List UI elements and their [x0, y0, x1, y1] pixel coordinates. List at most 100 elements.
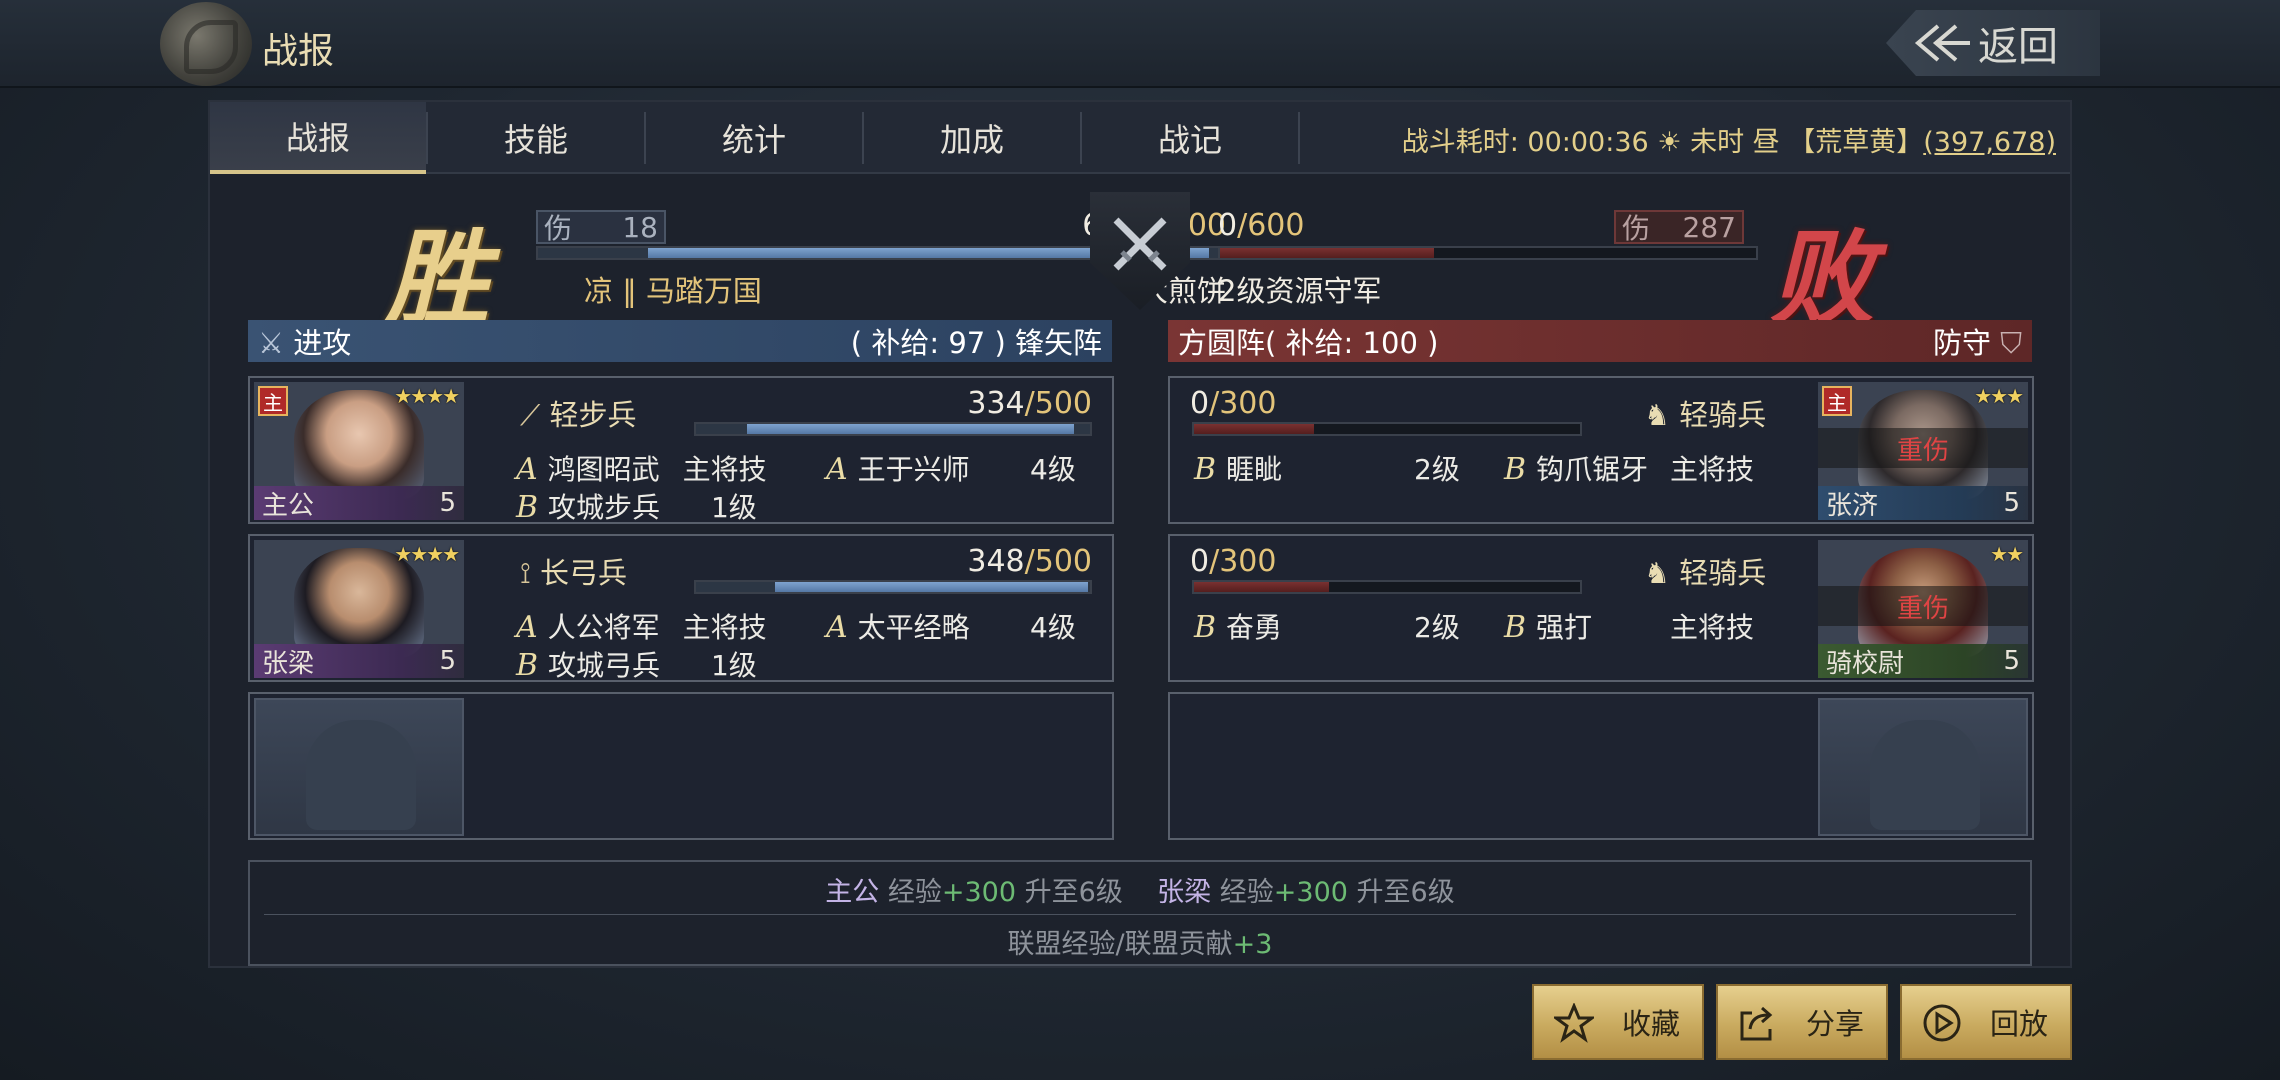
skill-level: 1级	[710, 491, 757, 524]
defense-label-wrap: 防守 ⛉	[1933, 320, 2022, 362]
skill-grade: B	[516, 648, 539, 683]
troops-max: /600	[1237, 208, 1305, 243]
troop-type: ⟟ 长弓兵	[520, 550, 627, 592]
duration-value: 00:00:36	[1527, 127, 1649, 158]
skill-level: 主将技	[682, 611, 767, 644]
defense-formation: 方圆阵	[1178, 326, 1266, 360]
general-troops: 0/300	[1190, 386, 1276, 421]
skill-grade: A	[826, 452, 848, 487]
tab-statistics[interactable]: 统计	[646, 102, 862, 174]
shield-icon: ⛉	[2000, 326, 2022, 360]
horse-icon: ♞	[1644, 556, 1670, 590]
troops-current: 334	[967, 386, 1025, 421]
tab-battle-report[interactable]: 战报	[210, 102, 426, 174]
general-level: 5	[2003, 488, 2020, 518]
defender-troop-bar	[1218, 246, 1758, 260]
exp-result: 升至6级	[1356, 877, 1455, 908]
skill-row[interactable]: A 王于兴师	[826, 448, 970, 488]
skill-level: 主将技	[682, 453, 767, 486]
troop-type-label: 长弓兵	[540, 556, 628, 590]
troop-type-label: 轻骑兵	[1679, 398, 1767, 432]
skill-name: 攻城弓兵	[548, 649, 661, 682]
location-name: 【荒草黄】	[1788, 127, 1924, 158]
skill-row[interactable]: A 鸿图昭武 主将技	[516, 448, 767, 488]
star-rating: ★★★★	[394, 542, 460, 566]
skill-row[interactable]: B 钩爪锯牙	[1504, 448, 1648, 488]
defender-card[interactable]: 0/300 ♞ 轻骑兵 B 睚眦 2级 B 钩爪锯牙 主将技 主 ★★★ 重伤 张济…	[1168, 376, 2034, 524]
skill-level: 1级	[710, 649, 757, 682]
troop-type-label: 轻步兵	[549, 398, 637, 432]
tab-battle-log[interactable]: 战记	[1082, 102, 1298, 174]
general-portrait[interactable]: ★★★★ 张梁 5	[254, 540, 464, 678]
top-bar: 战报 返回	[0, 0, 2280, 88]
tab-skills[interactable]: 技能	[428, 102, 644, 174]
skill-name: 攻城步兵	[548, 491, 661, 524]
skill-grade: B	[1194, 452, 1217, 487]
exp-general-name: 张梁	[1157, 877, 1212, 908]
share-button[interactable]: 分享	[1716, 984, 1888, 1060]
exp-divider	[264, 914, 2016, 915]
skill-row[interactable]: B 强打	[1504, 606, 1592, 646]
back-arrow-icon	[1914, 24, 1970, 62]
attack-formation-wrap: ( 补给: 97 ) 锋矢阵	[851, 320, 1102, 362]
exp-amount: +300	[1273, 877, 1348, 908]
skill-row[interactable]: B 睚眦	[1194, 448, 1282, 488]
troops-current: 0	[1190, 386, 1210, 421]
attack-formation: 锋矢阵	[1014, 326, 1102, 360]
troop-type: ♞ 轻骑兵	[1644, 550, 1766, 592]
troops-current: 348	[967, 544, 1025, 579]
skill-grade: A	[826, 610, 848, 645]
defender-name: 2级资源守军	[1218, 274, 1382, 308]
general-name: 张济	[1826, 490, 1879, 521]
attacker-card[interactable]: 主 ★★★★ 主公 5 ⟋ 轻步兵 334/500 A 鸿图昭武 主将技 A 王于兴…	[248, 376, 1114, 526]
attacker-card[interactable]: ★★★★ 张梁 5 ⟟ 长弓兵 348/500 A 人公将军 主将技 A 太平经略 …	[248, 534, 1114, 684]
injured-status: 重伤	[1818, 586, 2028, 626]
attack-banner: ⚔ 进攻 ( 补给: 97 ) 锋矢阵	[248, 320, 1112, 362]
troop-type-label: 轻骑兵	[1679, 556, 1767, 590]
empty-portrait	[1818, 698, 2028, 836]
damage-value: 287	[1682, 210, 1736, 244]
defender-card[interactable]: 0/300 ♞ 轻骑兵 B 奋勇 2级 B 强打 主将技 ★★ 重伤 骑校尉 5	[1168, 534, 2034, 682]
damage-value: 18	[622, 210, 658, 244]
share-icon	[1740, 1006, 1773, 1041]
general-portrait[interactable]: 主 ★★★ 重伤 张济 5	[1818, 382, 2028, 520]
general-portrait[interactable]: ★★ 重伤 骑校尉 5	[1818, 540, 2028, 678]
lord-badge: 主	[258, 386, 288, 416]
defender-troops: 0/600	[1218, 208, 1304, 243]
troops-max: /300	[1209, 386, 1277, 421]
skill-row[interactable]: A 人公将军 主将技	[516, 606, 767, 646]
skill-row[interactable]: B 攻城弓兵 1级	[516, 644, 757, 684]
battle-report-panel: 战报 技能 统计 加成 战记 战斗耗时: 00:00:36 ☀ 未时 昼 【荒草…	[208, 100, 2072, 968]
tab-bonuses[interactable]: 加成	[864, 102, 1080, 174]
favorite-button[interactable]: 收藏	[1532, 984, 1704, 1060]
attacker-player[interactable]: 大煎饼	[976, 268, 1226, 310]
back-button[interactable]: 返回	[1886, 10, 2100, 76]
general-namebar: 张济 5	[1818, 486, 2028, 520]
skill-level: 4级	[1030, 611, 1076, 644]
skill-row[interactable]: B 奋勇	[1194, 606, 1282, 646]
time-of-day: 未时 昼	[1690, 127, 1780, 158]
skill-grade: A	[516, 452, 538, 487]
share-label: 分享	[1806, 1007, 1865, 1041]
troops-current: 0	[1190, 544, 1210, 579]
troops-max: /500	[1024, 386, 1092, 421]
skill-grade: B	[1194, 610, 1217, 645]
general-namebar: 主公 5	[254, 486, 464, 520]
exp-label: 经验	[887, 877, 942, 908]
general-portrait[interactable]: 主 ★★★★ 主公 5	[254, 382, 464, 520]
skill-name: 钩爪锯牙	[1536, 453, 1649, 486]
skill-name: 强打	[1536, 611, 1593, 644]
general-troop-bar	[1192, 580, 1582, 594]
dragon-emblem-icon	[160, 2, 252, 86]
play-icon	[1923, 1004, 1961, 1042]
tab-bar: 战报 技能 统计 加成 战记 战斗耗时: 00:00:36 ☀ 未时 昼 【荒草…	[210, 102, 2070, 174]
skill-row[interactable]: A 太平经略	[826, 606, 970, 646]
general-troops: 334/500	[810, 386, 1092, 421]
troops-current: 0	[1218, 208, 1238, 243]
defense-banner: 方圆阵( 补给: 100 ) 防守 ⛉	[1168, 320, 2032, 362]
empty-attacker-slot	[248, 692, 1114, 840]
troops-max: /500	[1024, 544, 1092, 579]
coordinates-link[interactable]: (397,678)	[1923, 127, 2056, 158]
skill-row[interactable]: B 攻城步兵 1级	[516, 486, 757, 526]
replay-button[interactable]: 回放	[1900, 984, 2072, 1060]
